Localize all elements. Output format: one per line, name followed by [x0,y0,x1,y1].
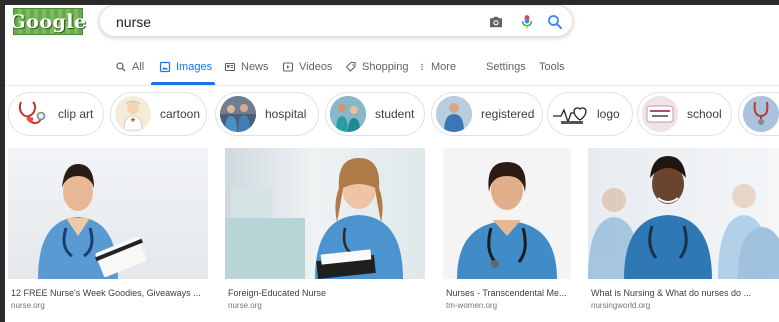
nurse-photo [225,158,403,279]
tab-images[interactable]: Images [159,52,212,82]
chip-thumbnail [552,96,588,132]
tab-all[interactable]: All [115,52,144,82]
result-title[interactable]: Nurses - Transcendental Me... [446,288,567,298]
camera-icon[interactable] [487,13,505,31]
tab-label: Tools [539,61,565,73]
image-icon [159,61,171,73]
stethoscope-clipart-icon [19,101,46,124]
chip-label: school [687,107,722,121]
result-title[interactable]: Foreign-Educated Nurse [228,288,326,298]
tab-label: More [431,61,457,73]
chip-thumbnail [13,96,49,132]
result-source[interactable]: nurse.org [228,301,262,310]
divider [5,85,779,86]
cartoon-nurse-icon [123,100,143,131]
image-result[interactable]: What is Nursing & What do nurses do ... … [588,148,779,310]
chip-hospital[interactable]: hospital [215,92,319,136]
logo-text: Google [9,10,87,33]
chip-label: registered [481,107,535,121]
tab-label: Videos [299,61,333,73]
chip-cartoon[interactable]: cartoon [110,92,207,136]
result-source[interactable]: tm-women.org [446,301,497,310]
chip-thumbnail [115,96,151,132]
chip-label: hospital [265,107,307,121]
result-title[interactable]: 12 FREE Nurse's Week Goodies, Giveaways … [11,288,201,298]
result-source[interactable]: nursingworld.org [591,301,650,310]
nursing-school-icon [642,96,678,132]
tab-videos[interactable]: Videos [282,52,332,82]
chip-thumbnail [330,96,366,132]
tab-label: All [132,61,145,73]
chip-thumbnail [743,96,779,132]
chip-next[interactable] [738,92,779,136]
tab-news[interactable]: News [224,52,269,82]
chip-school[interactable]: school [637,92,732,136]
tab-label: Images [176,61,213,73]
google-images-page: Google All Images [5,5,779,322]
chip-thumbnail [642,96,678,132]
result-image [8,148,208,279]
tab-more[interactable]: More [418,52,456,82]
registered-nurse-icon [436,96,472,132]
stethoscope-icon [743,96,779,132]
tab-settings[interactable]: Settings [486,52,526,82]
heartbeat-logo-icon [553,107,587,125]
tab-label: Shopping [362,61,409,73]
result-source[interactable]: nurse.org [11,301,45,310]
chip-logo[interactable]: logo [547,92,633,136]
image-result[interactable]: 12 FREE Nurse's Week Goodies, Giveaways … [8,148,208,310]
image-result[interactable]: Foreign-Educated Nurse nurse.org [225,148,425,310]
chip-student[interactable]: student [325,92,425,136]
nurse-photo [38,164,147,279]
more-vert-icon [421,63,423,71]
search-bar [99,5,573,37]
chip-label: logo [597,107,620,121]
video-icon [282,62,294,72]
search-tabs: All Images News Videos Shopping More Set… [5,52,779,85]
result-image [225,148,425,279]
nurse-photo [457,162,557,279]
tab-label: Settings [486,61,526,73]
search-input[interactable] [116,13,456,31]
result-image [588,148,779,279]
student-nurses-icon [330,96,366,132]
chip-thumbnail [220,96,256,132]
chip-clip-art[interactable]: clip art [8,92,104,136]
google-logo[interactable]: Google [9,8,86,35]
hospital-staff-icon [220,96,256,132]
result-title[interactable]: What is Nursing & What do nurses do ... [591,288,751,298]
image-result[interactable]: Nurses - Transcendental Me... tm-women.o… [443,148,571,310]
tag-icon [345,61,356,72]
tab-label: News [241,61,269,73]
nurses-group-photo [588,156,779,279]
chip-label: student [375,107,415,121]
result-image [443,148,571,279]
search-icon [116,62,126,72]
tab-shopping[interactable]: Shopping [345,52,409,82]
chip-registered[interactable]: registered [431,92,543,136]
news-icon [224,62,236,72]
chip-thumbnail [436,96,472,132]
microphone-icon[interactable] [518,13,536,31]
tab-tools[interactable]: Tools [539,52,565,82]
search-icon[interactable] [546,13,564,31]
chip-label: clip art [58,107,94,121]
chip-label: cartoon [160,107,201,121]
